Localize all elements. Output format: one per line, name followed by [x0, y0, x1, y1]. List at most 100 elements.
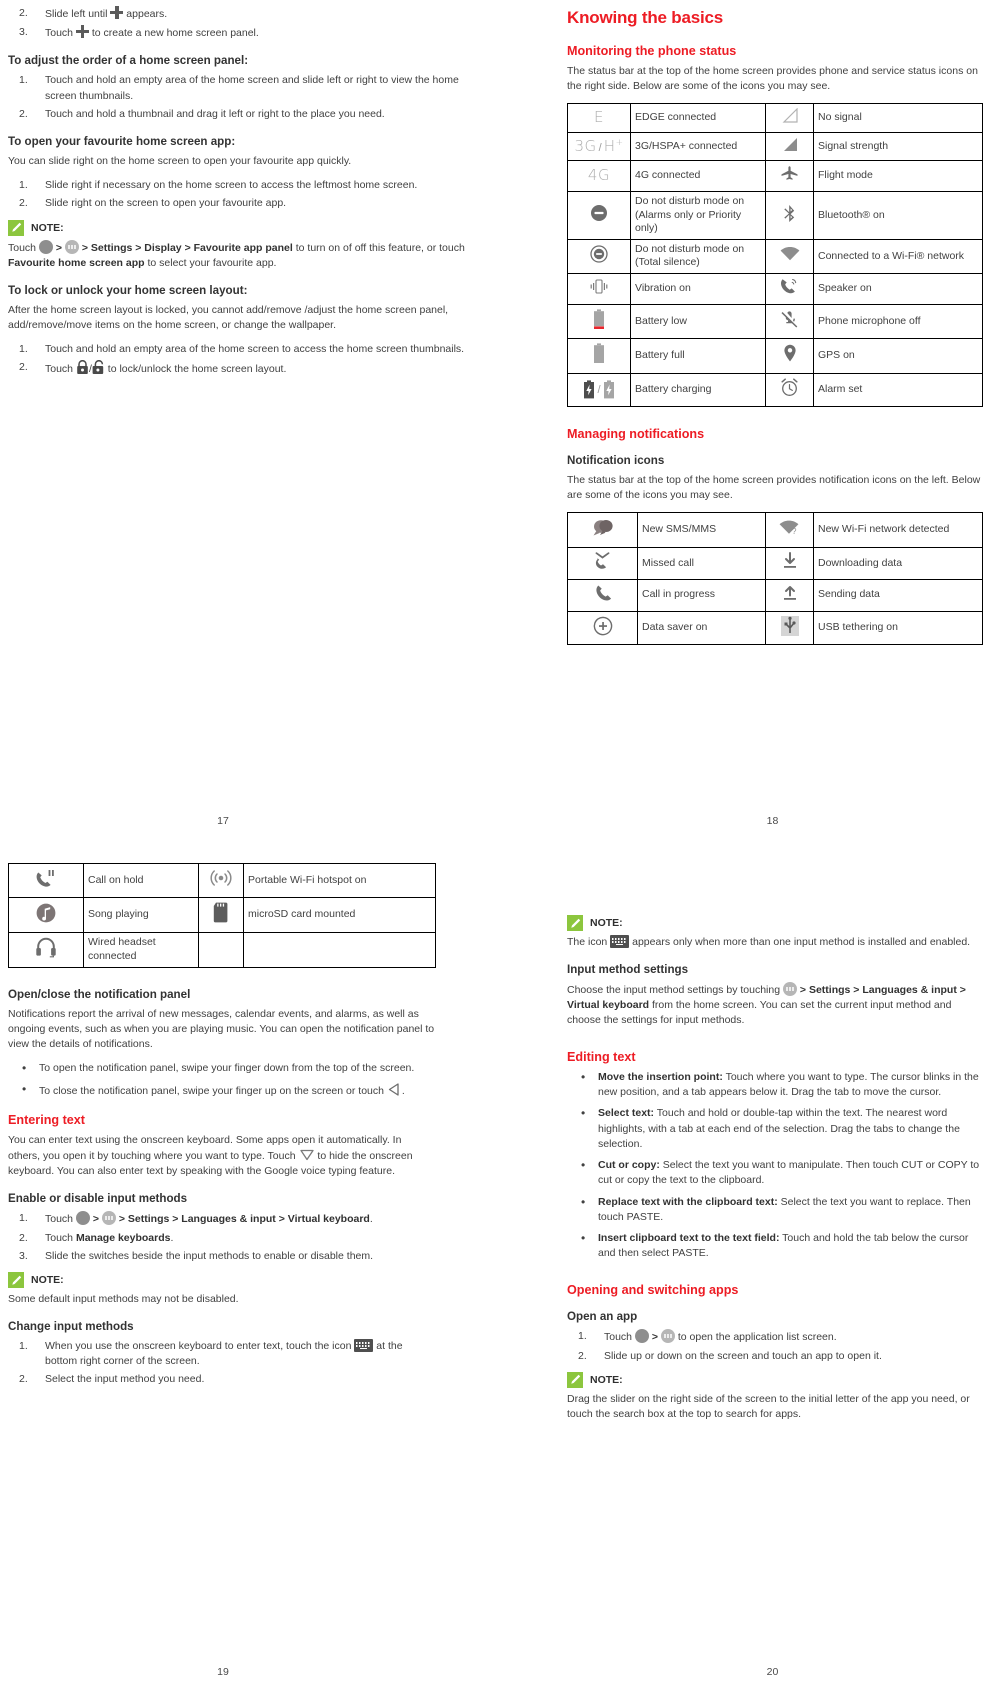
- list-item: • To close the notification panel, swipe…: [8, 1082, 436, 1099]
- list-item: 1. Touch > > Settings > Languages & inpu…: [8, 1211, 436, 1227]
- note-label: NOTE:: [590, 1373, 623, 1386]
- open-app-steps: 1. Touch > to open the application list …: [567, 1329, 983, 1363]
- vibration-icon: [567, 273, 631, 305]
- notif-label: Sending data: [813, 578, 983, 612]
- status-label: Phone microphone off: [813, 303, 983, 340]
- data-saver-icon: [567, 610, 638, 646]
- dnd-alarms-icon: [567, 190, 631, 240]
- list-marker: 2.: [19, 360, 28, 373]
- list-item: 2. Slide right on the screen to open you…: [8, 196, 488, 211]
- list-item: 2. Select the input method you need.: [8, 1372, 436, 1387]
- note-text-2: to turn on of off this feature, or touch: [295, 241, 465, 254]
- list-marker: 1.: [19, 1212, 28, 1225]
- page-number: 20: [766, 1666, 779, 1678]
- step-text-post: .: [369, 1213, 373, 1226]
- list-item: • Replace text with the clipboard text: …: [567, 1195, 983, 1225]
- status-label: Bluetooth® on: [813, 190, 983, 240]
- fav-steps: 1. Slide right if necessary on the home …: [8, 178, 488, 211]
- paragraph: The status bar at the top of the home sc…: [567, 65, 978, 92]
- table-row: Do not disturb mode on (Alarms only or P…: [567, 190, 983, 240]
- list-marker: 2.: [19, 197, 28, 210]
- note-text: Touch: [8, 241, 37, 254]
- status-label: No signal: [813, 103, 983, 133]
- section-heading: Managing notifications: [567, 426, 705, 441]
- notification-icons-table-cont: Call on hold Portable Wi-Fi hotspot on S…: [8, 863, 436, 968]
- 3g-hsdpa-icon: 3G / H+: [567, 131, 631, 162]
- call-hold-icon: [8, 863, 84, 898]
- notif-label: Downloading data: [813, 547, 983, 580]
- step-text-post: to lock/unlock the home screen layout.: [107, 362, 287, 375]
- section-heading: To lock or unlock your home screen layou…: [8, 283, 248, 297]
- step-text: Slide left until: [45, 8, 108, 20]
- keyboard-icon: [354, 1339, 374, 1353]
- list-item: 1. Touch > to open the application list …: [567, 1329, 983, 1345]
- battery-charging-icon: /: [567, 373, 631, 407]
- notif-label: Call on hold: [83, 863, 199, 898]
- notif-label: Wired headset connected: [83, 932, 199, 968]
- section-heading: Editing text: [567, 1050, 636, 1064]
- list-marker: 1.: [19, 342, 28, 355]
- table-row: New SMS/MMS ? New Wi-Fi network detected: [567, 511, 983, 549]
- apps-grid-icon: [64, 239, 79, 254]
- wifi-icon: [765, 238, 814, 275]
- download-icon: [765, 547, 814, 580]
- list-marker: 1.: [19, 74, 28, 87]
- battery-full-icon: [567, 338, 631, 375]
- section-heading: To open your favourite home screen app:: [8, 135, 236, 149]
- bluetooth-label: Bluetooth® on: [818, 208, 885, 221]
- step-text: Slide the switches beside the input meth…: [45, 1249, 374, 1262]
- step-text: Touch and hold a thumbnail and drag it l…: [45, 107, 385, 120]
- note-text-3: to select your favourite app.: [147, 256, 277, 269]
- list-item: 1. Touch and hold an empty area of the h…: [8, 342, 488, 357]
- note-header: NOTE:: [567, 1371, 983, 1388]
- page-number: 18: [766, 815, 779, 827]
- home-button-icon: [38, 239, 53, 254]
- list-item: 2. Touch Manage keyboards.: [8, 1231, 436, 1246]
- bullet-bold: Move the insertion point:: [598, 1071, 723, 1083]
- note-label: NOTE:: [590, 917, 623, 929]
- manage-keyboards-bold: Manage keyboards: [75, 1231, 171, 1244]
- notif-label: Call in progress: [637, 578, 766, 612]
- table-row: Call on hold Portable Wi-Fi hotspot on: [8, 863, 436, 898]
- list-item: • Move the insertion point: Touch where …: [567, 1070, 983, 1100]
- note-header: NOTE:: [8, 219, 488, 236]
- bullet-text-post: .: [401, 1085, 405, 1098]
- note-body: Drag the slider on the right side of the…: [567, 1392, 970, 1420]
- apps-grid-icon: [782, 982, 797, 996]
- table-row: 4G 4G connected Flight mode: [567, 160, 983, 192]
- missed-call-icon: [567, 547, 638, 580]
- list-marker: 2.: [578, 1349, 587, 1362]
- step-text-post: appears.: [126, 8, 168, 20]
- list-marker: 3.: [19, 1249, 28, 1262]
- note-label: NOTE:: [31, 221, 64, 234]
- lock-steps: 1. Touch and hold an empty area of the h…: [8, 342, 488, 377]
- subsection-heading: Open an app: [567, 1310, 638, 1324]
- 4g-icon: 4G: [567, 160, 631, 192]
- bullet-bold: Select text:: [598, 1107, 655, 1120]
- bullet-marker: •: [581, 1230, 586, 1245]
- pencil-icon: [8, 1272, 24, 1289]
- home-button-icon: [75, 1211, 90, 1226]
- list-item: 1. Slide right if necessary on the home …: [8, 178, 488, 193]
- paragraph: Choose the input method settings by touc…: [567, 982, 983, 1028]
- status-label: 3G/HSPA+ connected: [630, 131, 766, 162]
- note-text: The icon: [567, 936, 608, 948]
- paragraph: You can enter text using the onscreen ke…: [8, 1133, 436, 1179]
- list-marker: 2.: [19, 1231, 28, 1244]
- bullet-marker: •: [581, 1106, 586, 1121]
- step-text: Touch: [45, 1231, 74, 1244]
- lock-closed-icon: [76, 359, 89, 375]
- page-17: 2. Slide left until appears. 3. Touch to…: [0, 0, 496, 851]
- section-heading: Monitoring the phone status: [567, 44, 737, 58]
- settings-path: > Settings > Display > Favourite app pan…: [81, 241, 293, 254]
- editing-bullets: • Move the insertion point: Touch where …: [567, 1070, 983, 1261]
- table-row: Call in progress Sending data: [567, 578, 983, 612]
- table-row: Song playing microSD card mounted: [8, 896, 436, 934]
- step-text: When you use the onscreen keyboard to en…: [45, 1340, 352, 1353]
- svg-text:?: ?: [792, 527, 797, 536]
- page-20: NOTE: The icon appears only when more th…: [497, 851, 993, 1702]
- step-text: Slide right if necessary on the home scr…: [45, 179, 418, 192]
- no-signal-icon: [765, 103, 814, 133]
- notif-label: USB tethering on: [813, 610, 983, 646]
- page-18: Knowing the basics Monitoring the phone …: [497, 0, 993, 851]
